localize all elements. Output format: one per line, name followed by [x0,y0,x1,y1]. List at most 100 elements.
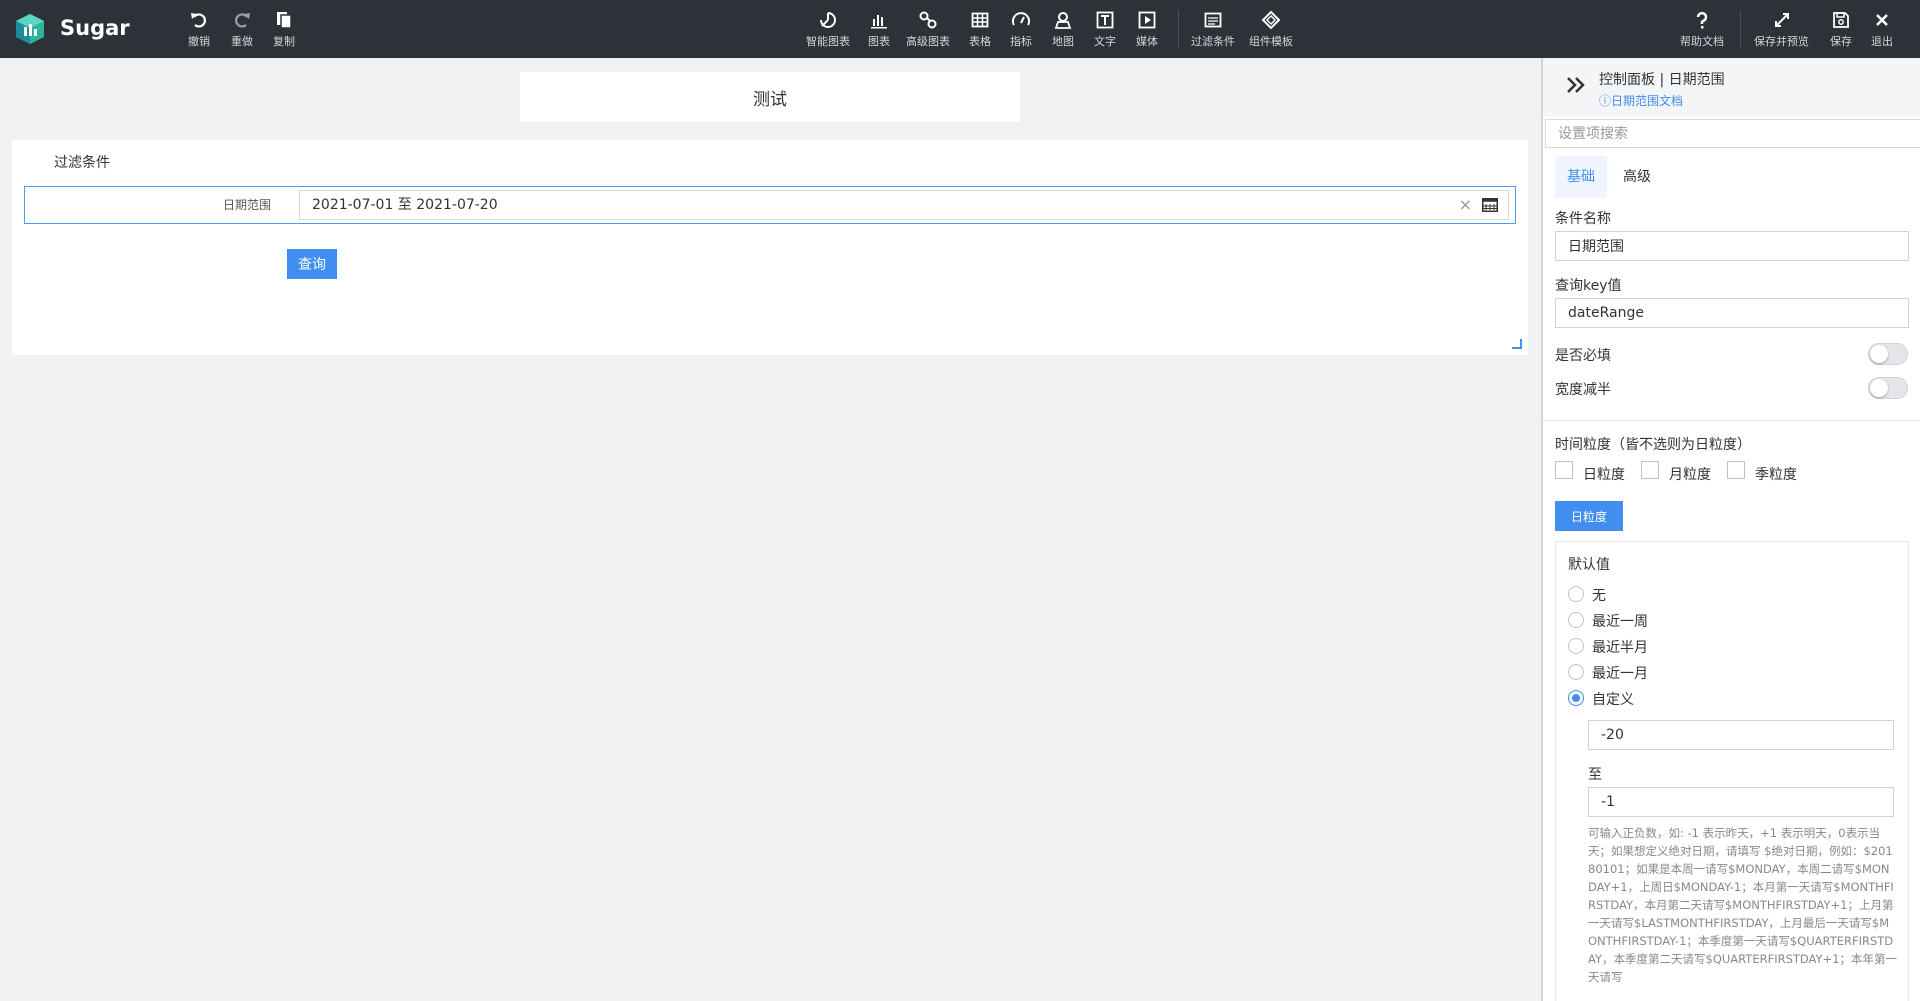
granularity-month-label: 月粒度 [1669,467,1711,483]
gauge-icon [1012,12,1030,26]
expand-icon [1774,13,1789,27]
default-custom-radio[interactable] [1568,690,1584,706]
toggle-knob [1870,345,1888,363]
granularity-day-label: 日粒度 [1583,467,1625,483]
condition-name-label: 条件名称 [1555,211,1611,227]
advanced-chart-button[interactable]: 高级图表 [906,10,950,54]
double-chevron-right-icon[interactable] [1565,74,1587,96]
copy-icon [277,12,292,29]
smart-chart-button[interactable]: 智能图表 [806,10,850,54]
question-icon [1696,11,1708,29]
default-custom-label: 自定义 [1592,692,1634,708]
condition-name-input[interactable] [1555,231,1909,261]
custom-help-text: 可输入正负数，如: -1 表示昨天，+1 表示明天，0表示当天；如果想定义绝对日… [1588,826,1898,984]
date-range-label: 日期范围 [222,198,271,212]
clear-icon[interactable]: × [1459,191,1472,219]
exit-button[interactable]: 退出 [1871,10,1893,54]
chart-button[interactable]: 图表 [868,10,890,54]
dashboard-title-text: 测试 [753,89,787,110]
filter-button[interactable]: 过滤条件 [1191,10,1235,54]
half-width-toggle[interactable] [1868,377,1908,399]
save-label: 保存 [1830,35,1852,48]
date-range-value: 2021-07-01 至 2021-07-20 [312,197,498,213]
tab-advanced[interactable]: 高级 [1611,156,1663,198]
save-preview-label: 保存并预览 [1754,35,1809,48]
redo-icon [235,13,250,28]
save-button[interactable]: 保存 [1830,10,1852,54]
media-button[interactable]: 媒体 [1136,10,1158,54]
doc-link[interactable]: ⓘ日期范围文档 [1599,92,1683,109]
default-none-label: 无 [1592,588,1606,604]
map-button[interactable]: 地图 [1052,10,1074,54]
component-template-label: 组件模板 [1249,35,1293,48]
date-range-input[interactable]: 2021-07-01 至 2021-07-20 × [299,190,1509,220]
exit-label: 退出 [1871,35,1893,48]
custom-end-input[interactable] [1588,787,1894,817]
default-value-card: 默认值 无 最近一周 最近半月 最近一月 自定义 至 可输入正负数，如: -1 … [1555,541,1909,1001]
default-month-label: 最近一月 [1592,666,1648,682]
to-label: 至 [1588,767,1602,783]
settings-search-input[interactable] [1545,119,1920,148]
table-button[interactable]: 表格 [969,10,991,54]
save-icon [1833,12,1849,28]
tab-basic[interactable]: 基础 [1555,156,1607,198]
query-button[interactable]: 查询 [287,249,337,279]
toolbar-separator [1178,10,1179,48]
sugar-logo-icon [16,14,44,44]
divider [1543,420,1920,421]
query-key-input[interactable] [1555,298,1909,328]
close-icon [1876,14,1888,26]
doc-link-text: 日期范围文档 [1611,94,1684,108]
save-preview-button[interactable]: 保存并预览 [1754,10,1809,54]
help-button[interactable]: 帮助文档 [1680,10,1724,54]
media-label: 媒体 [1136,35,1158,48]
undo-icon [191,13,206,28]
smart-chart-label: 智能图表 [806,35,850,48]
granularity-day-checkbox[interactable] [1555,461,1573,479]
text-label: 文字 [1094,35,1116,48]
copy-label: 复制 [273,35,295,48]
calendar-icon[interactable] [1482,198,1498,212]
half-width-label: 宽度减半 [1555,382,1611,398]
text-button[interactable]: 文字 [1094,10,1116,54]
smart-chart-icon [820,12,836,28]
map-label: 地图 [1052,35,1074,48]
granularity-day-button[interactable]: 日粒度 [1555,501,1623,531]
resize-handle[interactable] [1512,339,1522,349]
required-toggle[interactable] [1868,343,1908,365]
copy-button[interactable]: 复制 [273,10,295,54]
custom-start-input[interactable] [1588,720,1894,750]
dashboard-title[interactable]: 测试 [520,72,1020,122]
indicator-label: 指标 [1010,35,1032,48]
redo-button[interactable]: 重做 [231,10,253,54]
advanced-chart-icon [919,11,937,29]
component-template-button[interactable]: 组件模板 [1249,10,1293,54]
toolbar-separator [1740,10,1741,48]
granularity-quarter-checkbox[interactable] [1727,461,1745,479]
default-half-month-radio[interactable] [1568,638,1584,654]
template-icon [1261,10,1281,30]
undo-button[interactable]: 撤销 [188,10,210,54]
panel-title: 控制面板 | 日期范围 [1599,72,1725,88]
app-name: Sugar [60,16,130,40]
default-month-radio[interactable] [1568,664,1584,680]
required-label: 是否必填 [1555,348,1611,364]
granularity-month-checkbox[interactable] [1641,461,1659,479]
help-label: 帮助文档 [1680,35,1724,48]
help-circle-icon: ⓘ [1599,94,1612,108]
default-week-label: 最近一周 [1592,614,1648,630]
table-label: 表格 [969,35,991,48]
date-range-filter-row[interactable]: 日期范围 2021-07-01 至 2021-07-20 × [24,186,1516,224]
query-key-label: 查询key值 [1555,278,1622,294]
table-icon [971,12,989,28]
default-none-radio[interactable] [1568,586,1584,602]
default-week-radio[interactable] [1568,612,1584,628]
bar-chart-icon [871,15,887,29]
filter-card[interactable]: 过滤条件 日期范围 2021-07-01 至 2021-07-20 × 查询 [12,140,1528,355]
advanced-chart-label: 高级图表 [906,35,950,48]
media-play-icon [1138,11,1156,29]
toggle-knob [1870,379,1888,397]
indicator-button[interactable]: 指标 [1010,10,1032,54]
granularity-quarter-label: 季粒度 [1755,467,1797,483]
control-panel: 控制面板 | 日期范围 ⓘ日期范围文档 基础 高级 条件名称 查询key值 是否… [1541,58,1920,1001]
